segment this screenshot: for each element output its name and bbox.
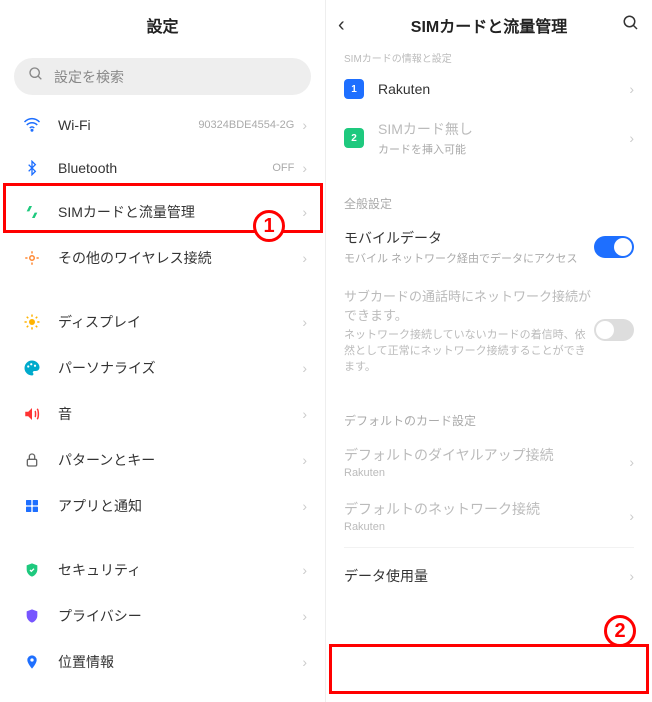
item-sim2[interactable]: 2 SIMカード無し カードを挿入可能 › [326, 109, 652, 167]
item-label: パーソナライズ [58, 358, 302, 378]
subcard-toggle [594, 319, 634, 341]
apps-icon [18, 498, 46, 514]
search-button[interactable] [622, 14, 640, 37]
item-location[interactable]: 位置情報 › [0, 639, 325, 685]
section-general: 全般設定 [326, 185, 652, 218]
chevron-right-icon: › [302, 250, 307, 266]
subcard-title: サブカードの通話時にネットワーク接続ができます。 [344, 286, 594, 324]
chevron-right-icon: › [302, 498, 307, 514]
palette-icon [18, 359, 46, 377]
privacy-icon [18, 608, 46, 624]
bluetooth-icon [18, 160, 46, 176]
search-icon [28, 66, 44, 87]
item-pattern[interactable]: パターンとキー › [0, 437, 325, 483]
annotation-badge-2: 2 [604, 615, 636, 647]
chevron-right-icon: › [302, 314, 307, 330]
lock-icon [18, 452, 46, 468]
subcard-sub: ネットワーク接続していないカードの着信時、依然として正常にネットワーク接続するこ… [344, 326, 594, 374]
mobile-data-sub: モバイル ネットワーク経由でデータにアクセス [344, 250, 594, 266]
sim1-label: Rakuten [378, 81, 629, 97]
chevron-right-icon: › [302, 406, 307, 422]
chevron-right-icon: › [302, 117, 307, 133]
search-input[interactable]: 設定を検索 [14, 58, 311, 95]
item-personalize[interactable]: パーソナライズ › [0, 345, 325, 391]
chevron-right-icon: › [629, 568, 634, 584]
header: ‹ SIMカードと流量管理 [326, 0, 652, 50]
location-icon [18, 654, 46, 670]
item-bluetooth[interactable]: Bluetooth OFF › [0, 147, 325, 189]
search-placeholder: 設定を検索 [54, 67, 124, 87]
chevron-right-icon: › [302, 452, 307, 468]
item-mobile-data[interactable]: モバイルデータ モバイル ネットワーク経由でデータにアクセス [326, 218, 652, 276]
item-sim1[interactable]: 1 Rakuten › [326, 69, 652, 109]
item-label: セキュリティ [58, 560, 302, 580]
wifi-icon [18, 116, 46, 134]
sound-icon [18, 405, 46, 423]
chevron-right-icon: › [302, 608, 307, 624]
wireless-icon [18, 249, 46, 267]
item-dialup: デフォルトのダイヤルアップ接続 Rakuten › [326, 435, 652, 489]
mobile-data-title: モバイルデータ [344, 228, 594, 248]
sim-icon [18, 204, 46, 220]
item-label: その他のワイヤレス接続 [58, 248, 302, 268]
dialup-sub: Rakuten [344, 467, 629, 479]
page-title: SIMカードと流量管理 [411, 13, 567, 37]
item-label: Bluetooth [58, 160, 272, 176]
item-label: ディスプレイ [58, 312, 302, 332]
brightness-icon [18, 313, 46, 331]
sim2-label: SIMカード無し [378, 119, 629, 139]
chevron-right-icon: › [629, 454, 634, 470]
item-data-usage[interactable]: データ使用量 › [326, 552, 652, 600]
item-wireless[interactable]: その他のワイヤレス接続 › [0, 235, 325, 281]
section-default: デフォルトのカード設定 [326, 402, 652, 435]
back-button[interactable]: ‹ [338, 14, 345, 37]
item-label: 位置情報 [58, 652, 302, 672]
chevron-right-icon: › [629, 81, 634, 97]
item-security[interactable]: セキュリティ › [0, 547, 325, 593]
sim2-sub: カードを挿入可能 [378, 141, 629, 157]
dialup-title: デフォルトのダイヤルアップ接続 [344, 445, 629, 465]
item-subcard: サブカードの通話時にネットワーク接続ができます。 ネットワーク接続していないカー… [326, 276, 652, 384]
chevron-right-icon: › [302, 562, 307, 578]
mobile-data-toggle[interactable] [594, 236, 634, 258]
item-label: アプリと通知 [58, 496, 302, 516]
sim-screen: ‹ SIMカードと流量管理 SIMカードの情報と設定 1 Rakuten › 2… [326, 0, 652, 702]
item-label: プライバシー [58, 606, 302, 626]
item-value: 90324BDE4554-2G [198, 119, 294, 131]
shield-icon [18, 562, 46, 578]
section-faded: SIMカードの情報と設定 [326, 50, 652, 69]
chevron-right-icon: › [302, 654, 307, 670]
item-label: パターンとキー [58, 450, 302, 470]
sim2-badge-icon: 2 [344, 128, 364, 148]
annotation-box-2 [329, 644, 649, 694]
sim1-badge-icon: 1 [344, 79, 364, 99]
header: 設定 [0, 0, 325, 50]
item-sim[interactable]: SIMカードと流量管理 › [0, 189, 325, 235]
chevron-right-icon: › [302, 204, 307, 220]
page-title: 設定 [146, 13, 178, 37]
item-apps[interactable]: アプリと通知 › [0, 483, 325, 529]
item-label: 音 [58, 404, 302, 424]
chevron-right-icon: › [629, 130, 634, 146]
item-value: OFF [272, 162, 294, 174]
item-label: Wi-Fi [58, 117, 198, 133]
network-sub: Rakuten [344, 521, 629, 533]
item-sound[interactable]: 音 › [0, 391, 325, 437]
item-display[interactable]: ディスプレイ › [0, 299, 325, 345]
network-title: デフォルトのネットワーク接続 [344, 499, 629, 519]
chevron-right-icon: › [302, 160, 307, 176]
data-usage-title: データ使用量 [344, 566, 629, 586]
item-privacy[interactable]: プライバシー › [0, 593, 325, 639]
item-network: デフォルトのネットワーク接続 Rakuten › [326, 489, 652, 543]
settings-screen: 設定 設定を検索 Wi-Fi 90324BDE4554-2G › Bluetoo… [0, 0, 326, 702]
chevron-right-icon: › [302, 360, 307, 376]
item-label: SIMカードと流量管理 [58, 202, 302, 222]
item-wifi[interactable]: Wi-Fi 90324BDE4554-2G › [0, 103, 325, 147]
chevron-right-icon: › [629, 508, 634, 524]
